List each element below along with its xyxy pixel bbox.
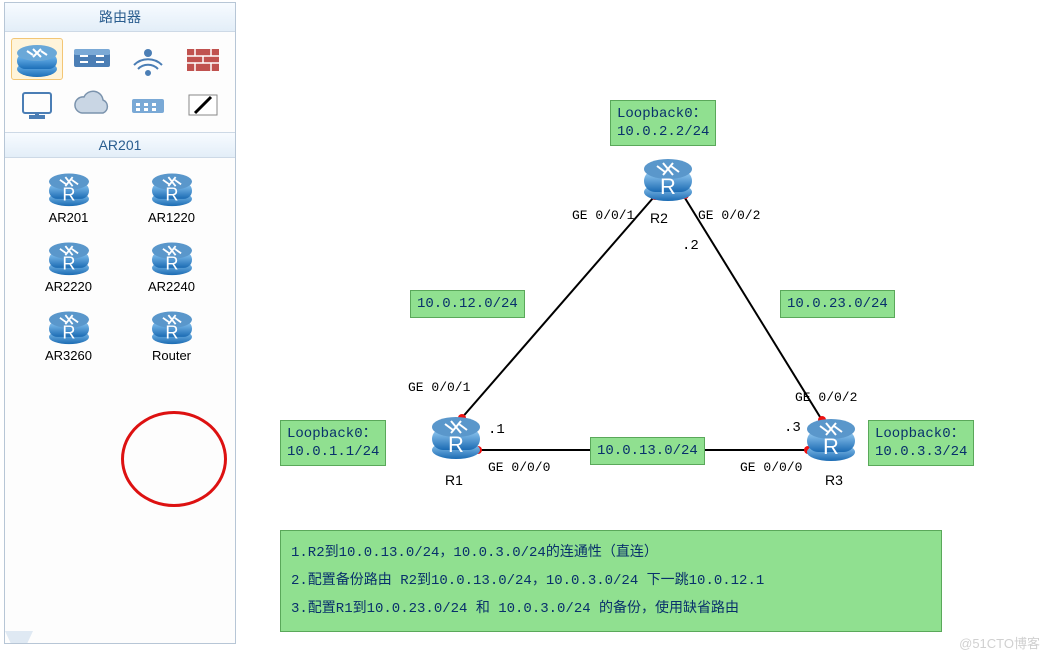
device-item-ar2240[interactable]: R AR2240 bbox=[126, 237, 217, 294]
router-r3-label: R3 bbox=[825, 472, 843, 488]
r3-hop: .3 bbox=[784, 420, 801, 436]
device-item-router[interactable]: R Router bbox=[126, 306, 217, 363]
highlight-circle-icon bbox=[121, 411, 227, 507]
sidebar-title: 路由器 bbox=[5, 3, 235, 32]
svg-text:R: R bbox=[660, 174, 676, 199]
note-line-2: 2.配置备份路由 R2到10.0.13.0/24，10.0.3.0/24 下一跳… bbox=[291, 567, 931, 595]
router-r1[interactable]: R bbox=[430, 410, 482, 462]
link-category-icon[interactable] bbox=[178, 84, 230, 126]
hub-category-icon[interactable] bbox=[122, 84, 174, 126]
sidebar-tab-handle[interactable] bbox=[5, 631, 33, 643]
router-category-icon[interactable] bbox=[11, 38, 63, 80]
r2-hop: .2 bbox=[682, 238, 699, 254]
svg-text:R: R bbox=[62, 323, 75, 343]
svg-text:R: R bbox=[165, 323, 178, 343]
device-list-grid: R AR201 R AR1220 R AR2220 R AR2240 R AR3… bbox=[5, 158, 235, 373]
cloud-category-icon[interactable] bbox=[67, 84, 119, 126]
watermark-text: @51CTO博客 bbox=[959, 633, 1040, 652]
r2-ge002-port: GE 0/0/2 bbox=[698, 208, 760, 223]
topology-canvas[interactable]: R R2 Loopback0： 10.0.2.2/24 R R1 Loopbac… bbox=[250, 0, 1046, 660]
device-label: AR201 bbox=[49, 210, 89, 225]
r2r3-subnet-box: 10.0.23.0/24 bbox=[780, 290, 895, 318]
r3-ge000-port: GE 0/0/0 bbox=[740, 460, 802, 475]
wlan-category-icon[interactable] bbox=[122, 38, 174, 80]
note-line-1: 1.R2到10.0.13.0/24，10.0.3.0/24的连通性（直连） bbox=[291, 539, 931, 567]
device-label: AR3260 bbox=[45, 348, 92, 363]
device-item-ar2220[interactable]: R AR2220 bbox=[23, 237, 114, 294]
device-item-ar1220[interactable]: R AR1220 bbox=[126, 168, 217, 225]
svg-text:R: R bbox=[165, 254, 178, 274]
router-r3[interactable]: R bbox=[805, 412, 857, 464]
device-label: AR1220 bbox=[148, 210, 195, 225]
r1-hop: .1 bbox=[488, 422, 505, 438]
note-line-3: 3.配置R1到10.0.23.0/24 和 10.0.3.0/24 的备份，使用… bbox=[291, 595, 931, 623]
r1-ge000-port: GE 0/0/0 bbox=[488, 460, 550, 475]
svg-text:R: R bbox=[62, 185, 75, 205]
svg-text:R: R bbox=[165, 185, 178, 205]
r1-ge001-port: GE 0/0/1 bbox=[408, 380, 470, 395]
device-label: AR2240 bbox=[148, 279, 195, 294]
r2-ge001-port: GE 0/0/1 bbox=[572, 208, 634, 223]
pc-category-icon[interactable] bbox=[11, 84, 63, 126]
router-r2-label: R2 bbox=[650, 210, 668, 226]
r1r2-subnet-box: 10.0.12.0/24 bbox=[410, 290, 525, 318]
category-icon-grid bbox=[5, 32, 235, 133]
device-palette-sidebar: 路由器 AR201 R AR201 R bbox=[4, 2, 236, 644]
r1r3-subnet-box: 10.0.13.0/24 bbox=[590, 437, 705, 465]
task-notes-box: 1.R2到10.0.13.0/24，10.0.3.0/24的连通性（直连） 2.… bbox=[280, 530, 942, 632]
r3-ge002-port: GE 0/0/2 bbox=[795, 390, 857, 405]
svg-text:R: R bbox=[823, 434, 839, 459]
r1-loopback-box: Loopback0： 10.0.1.1/24 bbox=[280, 420, 386, 466]
router-r1-label: R1 bbox=[445, 472, 463, 488]
device-item-ar3260[interactable]: R AR3260 bbox=[23, 306, 114, 363]
r3-loopback-box: Loopback0： 10.0.3.3/24 bbox=[868, 420, 974, 466]
device-label: Router bbox=[152, 348, 191, 363]
selected-device-header: AR201 bbox=[5, 133, 235, 158]
r2-loopback-box: Loopback0： 10.0.2.2/24 bbox=[610, 100, 716, 146]
device-item-ar201[interactable]: R AR201 bbox=[23, 168, 114, 225]
device-label: AR2220 bbox=[45, 279, 92, 294]
switch-category-icon[interactable] bbox=[67, 38, 119, 80]
firewall-category-icon[interactable] bbox=[178, 38, 230, 80]
router-r2[interactable]: R bbox=[642, 152, 694, 204]
svg-text:R: R bbox=[448, 432, 464, 457]
svg-text:R: R bbox=[62, 254, 75, 274]
